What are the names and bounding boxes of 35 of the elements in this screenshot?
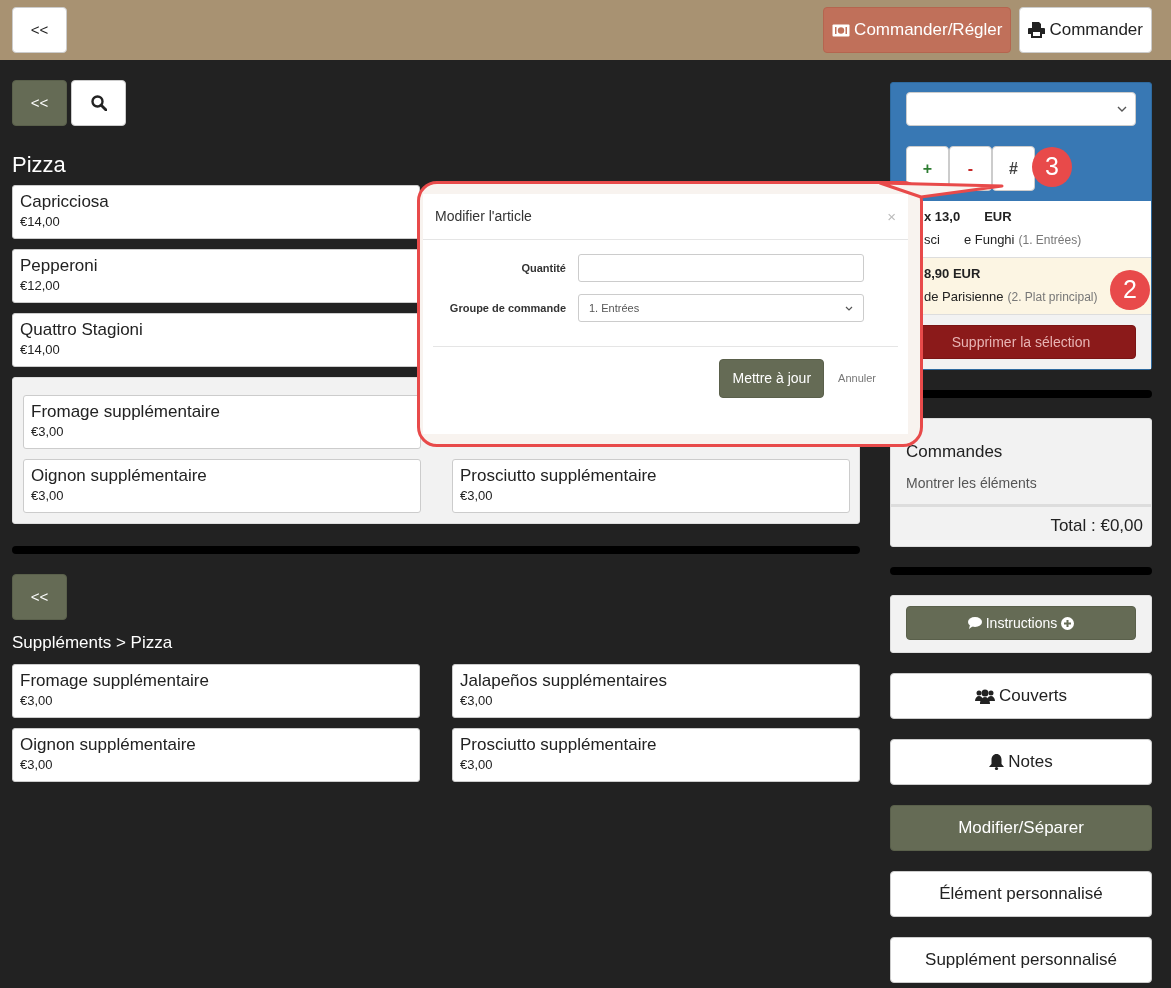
product-name: Oignon supplémentaire: [31, 466, 208, 486]
order-group: (2. Plat principal): [1007, 289, 1098, 304]
product-price: €3,00: [460, 487, 494, 505]
product-price: €14,00: [20, 341, 61, 359]
order-total: Total : €0,00: [891, 503, 1151, 546]
product-name: Capricciosa: [20, 192, 110, 212]
section-title: Pizza: [12, 151, 67, 179]
item-name: de Parisienne: [924, 288, 1004, 304]
product-price: €3,00: [460, 691, 494, 710]
item-name: e Funghi: [963, 231, 1015, 247]
order-group: (1. Entrées): [1018, 232, 1082, 247]
item-price: x 13,0: [924, 209, 961, 224]
product-price: €3,00: [460, 755, 494, 774]
item-price: 8,90 EUR: [924, 266, 981, 281]
orders-title: Commandes: [905, 441, 1004, 463]
product-name: Quattro Stagioni: [20, 320, 144, 340]
field-label: Groupe de commande: [448, 300, 567, 316]
item-name: sci: [924, 231, 940, 247]
product-name: Oignon supplémentaire: [20, 734, 197, 755]
breadcrumb: Suppléments > Pizza: [12, 632, 174, 654]
product-name: Prosciutto supplémentaire: [460, 466, 658, 486]
product-name: Prosciutto supplémentaire: [460, 734, 658, 755]
product-name: Fromage supplémentaire: [20, 670, 210, 691]
product-price: €3,00: [31, 487, 65, 505]
item-price: EUR: [984, 209, 1012, 224]
product-price: €12,00: [20, 277, 61, 295]
product-price: €3,00: [20, 691, 54, 710]
product-price: €14,00: [20, 213, 61, 231]
product-price: €3,00: [20, 755, 54, 774]
product-name: Fromage supplémentaire: [31, 402, 221, 422]
product-price: €3,00: [31, 423, 65, 441]
product-name: Pepperoni: [20, 256, 99, 276]
field-label: Quantité: [520, 260, 567, 276]
dialog-title: Modifier l'article: [435, 207, 532, 226]
product-name: Jalapeños supplémentaires: [460, 670, 668, 691]
